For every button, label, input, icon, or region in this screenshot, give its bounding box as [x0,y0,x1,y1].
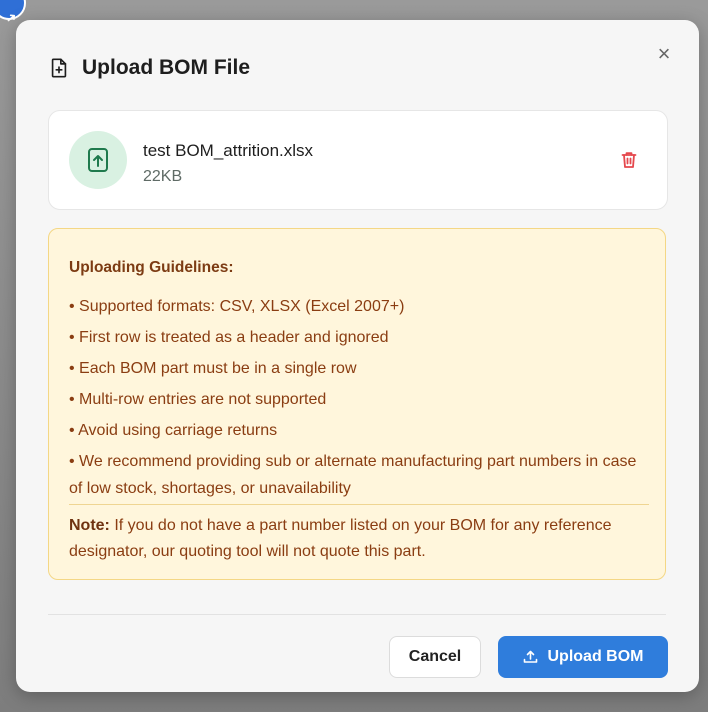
guideline-item: • Avoid using carriage returns [69,422,278,439]
file-upload-icon [69,131,127,189]
file-plus-icon [51,58,67,78]
footer-divider [48,614,666,615]
guidelines-list: • Supported formats: CSV, XLSX (Excel 20… [69,291,654,502]
guidelines-divider [69,504,649,505]
close-button[interactable]: × [653,43,675,65]
guideline-item: • We recommend providing sub or alternat… [69,453,637,497]
note-text: If you do not have a part number listed … [69,517,612,560]
cancel-label: Cancel [408,648,462,665]
upload-bom-button[interactable]: Upload BOM [498,636,668,678]
guideline-item: • First row is treated as a header and i… [69,329,389,346]
uploaded-file-card: test BOM_attrition.xlsx 22KB [48,110,668,210]
upload-icon [523,650,538,664]
file-name: test BOM_attrition.xlsx [143,141,314,160]
file-size: 22KB [143,168,183,185]
dialog-header: Upload BOM File [48,56,250,80]
upload-guidelines-panel: Uploading Guidelines: • Supported format… [48,228,666,580]
close-icon: × [657,41,671,66]
dialog-title: Upload BOM File [82,56,250,79]
upload-label: Upload BOM [547,648,644,665]
cancel-button[interactable]: Cancel [389,636,481,678]
upload-bom-dialog: × Upload BOM File test BOM_attrition.xls… [16,20,699,692]
guideline-item: • Multi-row entries are not supported [69,391,327,408]
note-label: Note: [69,517,110,534]
trash-icon [621,152,637,168]
delete-file-button[interactable] [619,149,639,171]
guideline-item: • Supported formats: CSV, XLSX (Excel 20… [69,298,405,315]
guidelines-title: Uploading Guidelines: [69,259,234,276]
guideline-item: • Each BOM part must be in a single row [69,360,357,377]
guidelines-note: Note: If you do not have a part number l… [69,513,654,565]
